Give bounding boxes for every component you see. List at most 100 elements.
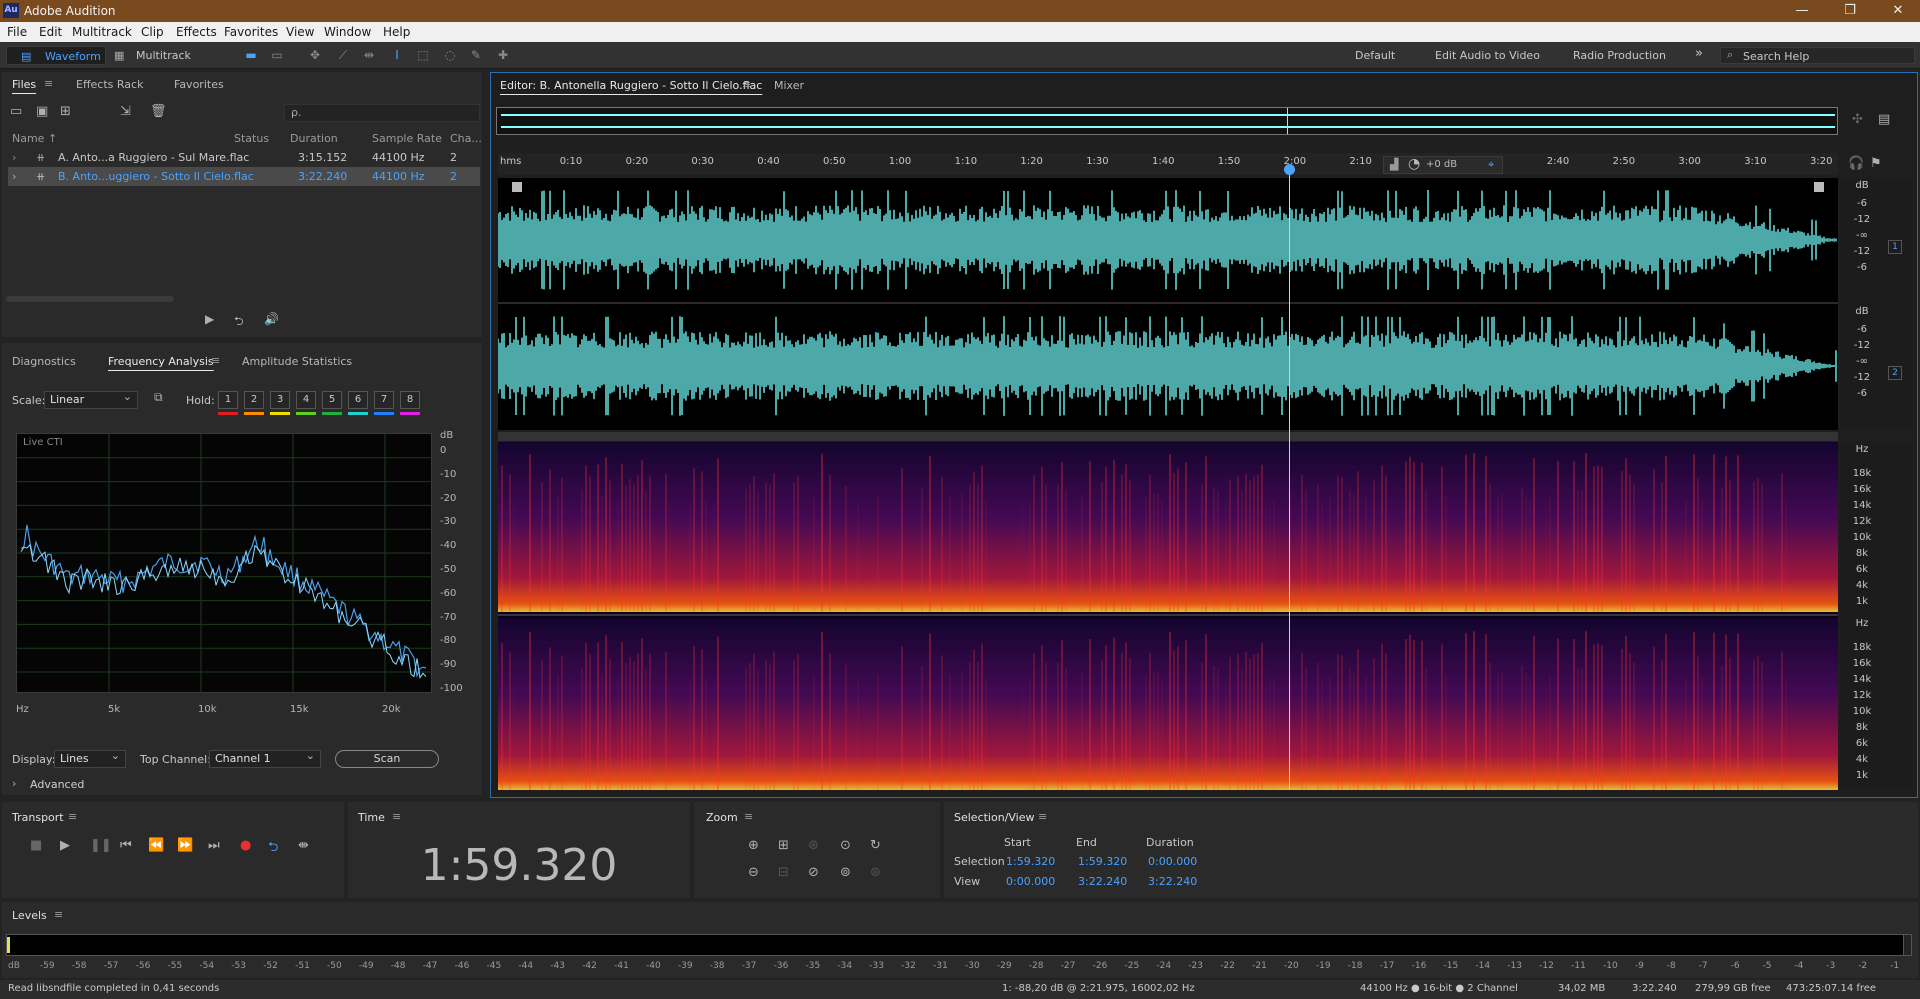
- hold-button-7[interactable]: 7: [374, 391, 394, 409]
- playhead[interactable]: [1289, 164, 1290, 790]
- zoom-in-left-icon[interactable]: ⊙: [840, 838, 851, 853]
- col-status[interactable]: Status: [234, 129, 269, 148]
- editor-menu-icon[interactable]: ▤: [1878, 112, 1890, 127]
- spectral-pitch-display-icon[interactable]: ▭: [268, 47, 286, 64]
- panel-menu-icon[interactable]: ≡: [742, 78, 751, 91]
- slip-tool-icon[interactable]: ⇹: [360, 47, 378, 64]
- fast-forward-icon[interactable]: ⏩: [177, 838, 193, 853]
- spectral-divider[interactable]: [498, 432, 1838, 441]
- play-icon[interactable]: ▶: [60, 838, 70, 853]
- zoom-in-point-icon[interactable]: ⊛: [808, 838, 819, 853]
- panel-menu-icon[interactable]: ≡: [211, 354, 220, 367]
- hold-button-3[interactable]: 3: [270, 391, 290, 409]
- delete-icon[interactable]: 🗑: [150, 104, 167, 119]
- scale-dropdown[interactable]: Linear: [44, 389, 138, 409]
- files-horizontal-scrollbar[interactable]: [6, 296, 174, 302]
- lasso-selection-tool-icon[interactable]: ◌: [441, 47, 459, 64]
- paintbrush-tool-icon[interactable]: ✎: [467, 47, 485, 64]
- search-help-field[interactable]: ⌕ Search Help: [1720, 47, 1915, 64]
- restore-icon[interactable]: ❐: [1830, 1, 1870, 21]
- hud-volume[interactable]: ▟ ◔ +0 dB ⌖: [1383, 156, 1503, 174]
- zoom-out-amplitude-icon[interactable]: ⊖: [748, 865, 759, 880]
- zoom-out-time-icon[interactable]: ⊟: [778, 865, 789, 880]
- spot-healing-tool-icon[interactable]: ✚: [494, 47, 512, 64]
- hold-button-1[interactable]: 1: [218, 391, 238, 409]
- play-preview-icon[interactable]: ▶: [205, 312, 214, 326]
- channel-1-toggle[interactable]: 1: [1888, 240, 1902, 254]
- menu-view[interactable]: View: [286, 25, 314, 39]
- skip-selection-icon[interactable]: ⇼: [298, 838, 309, 853]
- overview-waveform[interactable]: [496, 107, 1838, 135]
- record-icon[interactable]: ●: [240, 838, 251, 853]
- col-sample-rate[interactable]: Sample Rate: [372, 129, 442, 148]
- selection-end[interactable]: 1:59.320: [1078, 855, 1127, 868]
- resize-corner-icon[interactable]: [512, 182, 522, 192]
- workspace-edit-audio-to-video[interactable]: Edit Audio to Video: [1435, 49, 1540, 62]
- marquee-selection-tool-icon[interactable]: ⬚: [414, 47, 432, 64]
- menu-multitrack[interactable]: Multitrack: [72, 25, 132, 39]
- headphones-icon[interactable]: 🎧: [1848, 156, 1864, 171]
- loop-preview-icon[interactable]: ⮌: [234, 312, 244, 333]
- loop-playback-icon[interactable]: ⮌: [268, 838, 278, 860]
- menu-window[interactable]: Window: [324, 25, 371, 39]
- spectral-frequency-display-icon[interactable]: ▬: [242, 47, 260, 64]
- col-channels[interactable]: Cha...: [450, 129, 482, 148]
- display-dropdown[interactable]: Lines: [54, 748, 126, 768]
- tab-effects-rack[interactable]: Effects Rack: [76, 78, 143, 91]
- zoom-out-full-icon[interactable]: ⊘: [808, 865, 819, 880]
- editor-tab[interactable]: Editor: B. Antonella Ruggiero - Sotto Il…: [500, 79, 762, 92]
- hold-button-8[interactable]: 8: [400, 391, 420, 409]
- col-duration[interactable]: Duration: [290, 129, 338, 148]
- move-tool-icon[interactable]: ✥: [306, 47, 324, 64]
- copy-to-clipboard-icon[interactable]: ⧉: [154, 390, 163, 405]
- scan-button[interactable]: Scan: [335, 750, 439, 768]
- volume-knob-icon[interactable]: ◔: [1408, 156, 1420, 172]
- import-file-icon[interactable]: ▣: [36, 104, 48, 119]
- view-end[interactable]: 3:22.240: [1078, 875, 1127, 888]
- files-search-input[interactable]: ρ.: [284, 104, 480, 122]
- advanced-section[interactable]: Advanced: [30, 778, 84, 791]
- menu-effects[interactable]: Effects: [176, 25, 217, 39]
- zoom-in-amplitude-icon[interactable]: ⊕: [748, 838, 759, 853]
- clip-indicator[interactable]: [1903, 935, 1911, 955]
- multitrack-view-button[interactable]: ▦ Multitrack: [110, 46, 200, 65]
- resize-corner-icon[interactable]: [1814, 182, 1824, 192]
- hold-button-4[interactable]: 4: [296, 391, 316, 409]
- current-time-display[interactable]: 1:59.320: [348, 840, 690, 891]
- hold-button-2[interactable]: 2: [244, 391, 264, 409]
- pause-icon[interactable]: ❚❚: [90, 838, 112, 853]
- hold-button-6[interactable]: 6: [348, 391, 368, 409]
- panel-menu-icon[interactable]: ≡: [54, 908, 63, 921]
- new-file-icon[interactable]: ⊞: [60, 104, 71, 119]
- selection-duration[interactable]: 0:00.000: [1148, 855, 1197, 868]
- waveform-view-button[interactable]: ▤ Waveform: [6, 46, 106, 65]
- zoom-in-time-icon[interactable]: ⊞: [778, 838, 789, 853]
- menu-clip[interactable]: Clip: [141, 25, 164, 39]
- file-row-selected[interactable]: › ⧺ B. Anto...uggiero - Sotto Il Cielo.f…: [8, 167, 480, 186]
- rewind-icon[interactable]: ⏪: [148, 838, 164, 853]
- more-workspaces-icon[interactable]: »: [1695, 46, 1703, 61]
- minimize-icon[interactable]: —: [1782, 1, 1822, 21]
- file-row[interactable]: › ⧺ A. Anto...a Ruggiero - Sul Mare.flac…: [8, 148, 480, 167]
- tab-frequency-analysis[interactable]: Frequency Analysis: [108, 355, 214, 368]
- channel-2-toggle[interactable]: 2: [1888, 366, 1902, 380]
- move-to-previous-icon[interactable]: ⏮: [120, 838, 132, 853]
- mixer-tab[interactable]: Mixer: [774, 79, 804, 92]
- hold-button-5[interactable]: 5: [322, 391, 342, 409]
- spectral-display[interactable]: [498, 442, 1838, 790]
- view-start[interactable]: 0:00.000: [1006, 875, 1055, 888]
- close-icon[interactable]: ✕: [1878, 1, 1918, 21]
- tab-favorites[interactable]: Favorites: [174, 78, 224, 91]
- zoom-out-point-icon[interactable]: ⊜: [870, 865, 881, 880]
- menu-favorites[interactable]: Favorites: [224, 25, 278, 39]
- pin-icon[interactable]: ⌖: [1488, 158, 1494, 172]
- workspace-default[interactable]: Default: [1355, 49, 1395, 62]
- zoom-reset-icon[interactable]: ↻: [870, 838, 881, 853]
- waveform-display[interactable]: [498, 178, 1838, 430]
- panel-menu-icon[interactable]: ≡: [744, 810, 753, 823]
- col-name[interactable]: Name ↑: [12, 129, 57, 148]
- menu-file[interactable]: File: [7, 25, 27, 39]
- selection-start[interactable]: 1:59.320: [1006, 855, 1055, 868]
- panel-menu-icon[interactable]: ≡: [68, 810, 77, 823]
- panel-menu-icon[interactable]: ≡: [44, 77, 53, 90]
